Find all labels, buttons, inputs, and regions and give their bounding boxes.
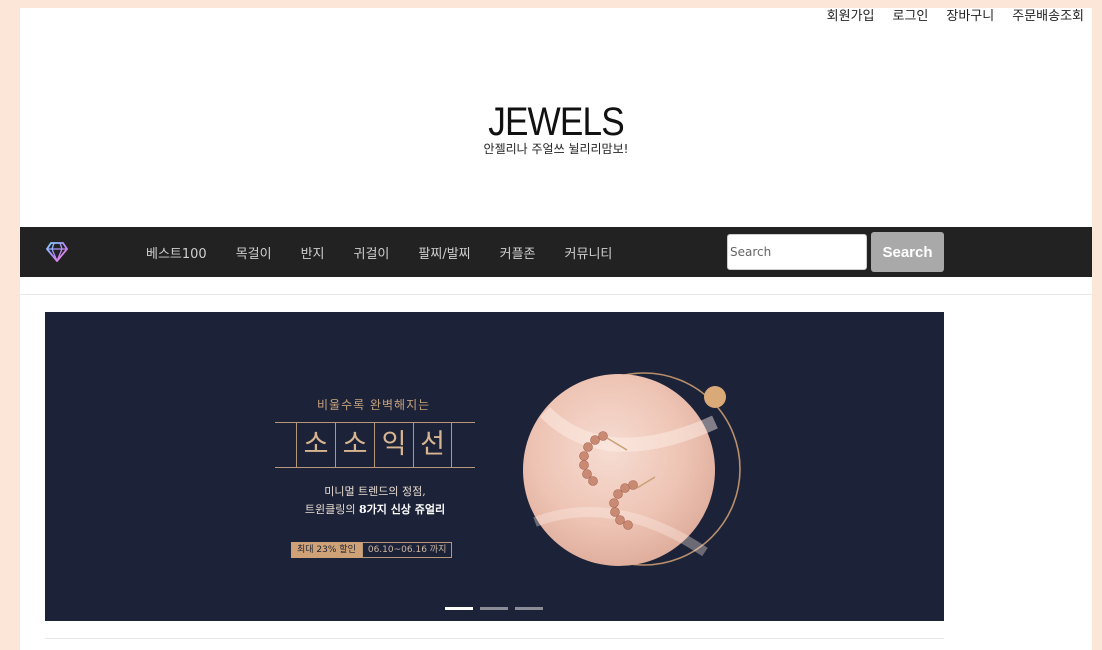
logo-subtitle: 안젤리나 주얼쓰 뉠리리맘보! [483, 142, 629, 156]
cart-link[interactable]: 장바구니 [937, 8, 1003, 26]
search-button[interactable]: Search [871, 232, 944, 272]
sale-period: 06.10~06.16 까지 [361, 542, 453, 558]
nav-item-necklace[interactable]: 목걸이 [236, 243, 272, 262]
banner-title-char: 익 [374, 422, 413, 468]
banner-title-char: 선 [413, 422, 452, 468]
slide-dot[interactable] [480, 607, 508, 610]
logo-title: JEWELS [488, 100, 624, 144]
slide-dot[interactable] [515, 607, 543, 610]
nav-item-couple[interactable]: 커플존 [500, 243, 536, 262]
divider [20, 294, 1092, 295]
nav-item-best100[interactable]: 베스트100 [146, 243, 207, 262]
banner-desc-2-text: 트윈클링의 [304, 503, 359, 516]
slide-dot[interactable] [445, 607, 473, 610]
banner-sale-badge: 최대 23% 할인 06.10~06.16 까지 [291, 542, 453, 558]
diamond-icon[interactable] [46, 242, 68, 262]
nav-menu: 베스트100 목걸이 반지 귀걸이 팔찌/발찌 커플존 커뮤니티 [146, 227, 641, 277]
search-input[interactable] [727, 234, 867, 270]
banner-desc-2-bold: 8가지 신상 쥬얼리 [358, 503, 446, 516]
nav-item-bracelet[interactable]: 팔찌/발찌 [418, 243, 470, 262]
banner-title-char: 소 [296, 422, 335, 468]
banner-desc-1: 미니멀 트렌드의 정점, [324, 485, 426, 498]
site-logo[interactable]: JEWELS 안젤리나 주얼쓰 뉠리리맘보! [20, 100, 1092, 156]
top-links: 회원가입 로그인 장바구니 주문배송조회 [818, 8, 1084, 26]
order-tracking-link[interactable]: 주문배송조회 [1003, 8, 1084, 26]
login-link[interactable]: 로그인 [884, 8, 938, 26]
nav-item-community[interactable]: 커뮤니티 [565, 243, 613, 262]
banner-title: 소 소 익 선 [296, 422, 452, 468]
banner-title-char: 소 [335, 422, 374, 468]
nav-item-ring[interactable]: 반지 [301, 243, 325, 262]
banner-tagline: 비울수록 완벽해지는 [317, 398, 431, 412]
earring-product-image [523, 372, 741, 566]
banner-desc-2: 트윈클링의 8가지 신상 쥬얼리 [275, 500, 475, 520]
slide-indicators [445, 607, 543, 610]
signup-link[interactable]: 회원가입 [818, 8, 884, 26]
nav-item-earring[interactable]: 귀걸이 [354, 243, 390, 262]
hero-banner[interactable]: 비울수록 완벽해지는 소 소 익 선 미니멀 트렌드의 정점, 트윈클링의 8가… [45, 312, 944, 621]
main-nav: 베스트100 목걸이 반지 귀걸이 팔찌/발찌 커플존 커뮤니티 Search [20, 227, 1092, 277]
divider [45, 638, 944, 639]
sale-label: 최대 23% 할인 [291, 542, 362, 558]
page: 회원가입 로그인 장바구니 주문배송조회 JEWELS 안젤리나 주얼쓰 뉠리리… [20, 8, 1092, 650]
